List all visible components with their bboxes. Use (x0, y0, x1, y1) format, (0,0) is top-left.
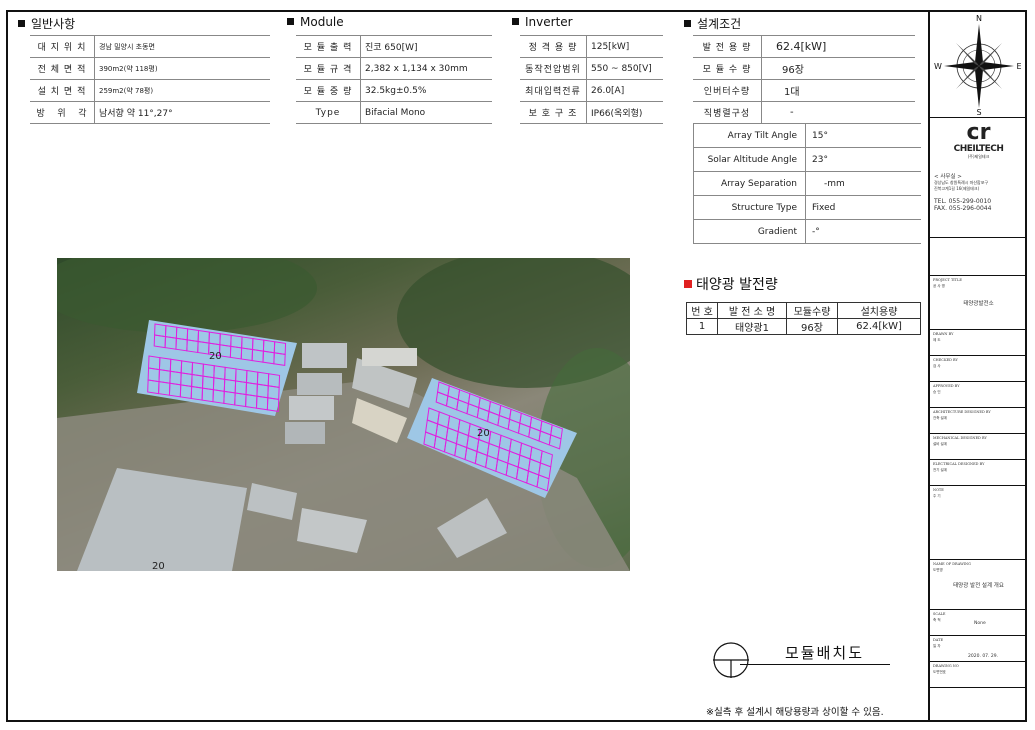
project-title-block: PROJECT TITLE 공 사 명 태양광발전소 (930, 276, 1027, 330)
drawing-name-block: NAME OF DRAWING 도면명 태양광 발전 설계 개요 (930, 560, 1027, 610)
aerial-site-map: 20 20 20 (57, 258, 630, 571)
generation-title: 태양광 발전량 (684, 274, 778, 294)
date-value: 2020. 07. 29. (968, 654, 999, 659)
note-block: NOTE 주 기 (930, 486, 1027, 560)
table-row: Gradient -° (693, 219, 921, 244)
footnote: ※실측 후 설계시 해당용량과 상이할 수 있음. (706, 707, 884, 718)
table-row: Array Separation -mm (693, 171, 921, 196)
table-row: 발 전 용 량 62.4[kW] (693, 35, 915, 58)
red-square-icon (684, 280, 692, 288)
module-section-title: Module (287, 15, 344, 29)
date-block: DATE 일 자 2020. 07. 29. (930, 636, 1027, 662)
building-roof (285, 422, 325, 444)
drawing-title-underline (740, 664, 890, 665)
solar-roof-left (137, 320, 297, 416)
architecture-block: ARCHITECTURE DESIGNED BY 건축 설계 (930, 408, 1027, 434)
mechanical-block: MECHANICAL DESIGNED BY 설비 설계 (930, 434, 1027, 460)
building-roof (297, 373, 342, 395)
svg-text:N: N (976, 14, 982, 23)
checked-by-block: CHECKED BY 검 사 (930, 356, 1027, 382)
table-row: Solar Altitude Angle 23° (693, 147, 921, 172)
table-row: Type Bifacial Mono (296, 101, 492, 124)
inverter-table: 정 격 용 량 125[kW] 동작전압범위 550 ~ 850[V] 최대입력전류… (520, 35, 663, 124)
compass-rose-icon: N S W E (934, 14, 1021, 117)
design-condition-table: Array Tilt Angle 15° Solar Altitude Angle… (693, 123, 921, 244)
scale-value: None (974, 621, 986, 626)
table-row: 모 듈 중 량 32.5kg±0.5% (296, 79, 492, 102)
map-label: 20 (477, 428, 490, 439)
table-row: 정 격 용 량 125[kW] (520, 35, 663, 58)
electrical-block: ELECTRICAL DESIGNED BY 전기 설계 (930, 460, 1027, 486)
company-logo: cr (966, 120, 991, 145)
office-label: < 사무실 > (934, 174, 962, 180)
office-fax: FAX. 055-296-0044 (934, 205, 992, 212)
building-roof (289, 396, 334, 420)
square-bullet-icon (18, 20, 25, 27)
table-row: 1 태양광1 96장 62.4[kW] (686, 318, 921, 335)
table-row: 전 체 면 적 390m2(약 118평) (30, 57, 270, 80)
drawing-no-block: DRAWING NO 도면번호 (930, 662, 1027, 688)
blank-block (930, 238, 1027, 276)
company-name: CHEILTECH (953, 144, 1004, 154)
inverter-section-title: Inverter (512, 15, 573, 29)
table-row: 모 듈 수 량 96장 (693, 57, 915, 80)
svg-text:S: S (976, 108, 981, 116)
svg-text:W: W (934, 62, 942, 71)
general-section-title: 일반사항 (18, 15, 75, 32)
building-roof (302, 343, 347, 368)
site-layout-drawing: 20 20 20 (57, 258, 630, 571)
square-bullet-icon (684, 20, 691, 27)
table-row: 인버터수량 1대 (693, 79, 915, 102)
office-address: 진북고계1길 16(제일테크) (934, 186, 980, 191)
company-block: cr CHEILTECH (주)제일테크 < 사무실 > 경상남도 창원특례시 … (930, 118, 1027, 238)
approved-by-block: APPROVED BY 승 인 (930, 382, 1027, 408)
section-marker-icon (713, 642, 749, 678)
scale-block: SCALE 축 척 None (930, 610, 1027, 636)
vegetation-area (57, 258, 317, 333)
table-row: 보 호 구 조 IP66(옥외형) (520, 101, 663, 124)
table-row: Structure Type Fixed (693, 195, 921, 220)
drawn-by-block: DRAWN BY 제 도 (930, 330, 1027, 356)
compass-block: N S W E (930, 12, 1027, 118)
map-label: 20 (209, 351, 222, 362)
table-row: 모 듈 출 력 진코 650[W] (296, 35, 492, 58)
table-row: 직병렬구성 - (693, 101, 915, 124)
square-bullet-icon (512, 18, 519, 25)
drawing-title: 모듈배치도 (785, 644, 865, 662)
drawing-name: 태양광 발전 설계 개요 (953, 583, 1004, 589)
generation-table: 번 호 발 전 소 명 모듈수량 설치용량 1 태양광1 96장 62.4[kW… (686, 302, 921, 335)
map-label: 20 (152, 561, 165, 571)
table-row: Array Tilt Angle 15° (693, 123, 921, 148)
table-row: 모 듈 규 격 2,382 x 1,134 x 30mm (296, 57, 492, 80)
design-section-title: 설계조건 (684, 15, 741, 32)
table-row: 설 치 면 적 259m2(약 78평) (30, 79, 270, 102)
table-row: 동작전압범위 550 ~ 850[V] (520, 57, 663, 80)
design-table: 발 전 용 량 62.4[kW] 모 듈 수 량 96장 인버터수량 1대 직병렬구성… (693, 35, 915, 124)
office-tel: TEL. 055-299-0010 (934, 198, 992, 205)
general-table: 대 지 위 치 경남 밀양시 초동면 전 체 면 적 390m2(약 118평) 설… (30, 35, 270, 124)
table-row: 최대입력전류 26.0[A] (520, 79, 663, 102)
table-row: 대 지 위 치 경남 밀양시 초동면 (30, 35, 270, 58)
project-title: 태양광발전소 (963, 301, 994, 307)
module-table: 모 듈 출 력 진코 650[W] 모 듈 규 격 2,382 x 1,134 x … (296, 35, 492, 124)
table-header-row: 번 호 발 전 소 명 모듈수량 설치용량 (686, 302, 921, 319)
table-row: 방 위 각 남서향 약 11°,27° (30, 101, 270, 124)
square-bullet-icon (287, 18, 294, 25)
building-roof (362, 348, 417, 366)
svg-text:E: E (1016, 62, 1021, 71)
